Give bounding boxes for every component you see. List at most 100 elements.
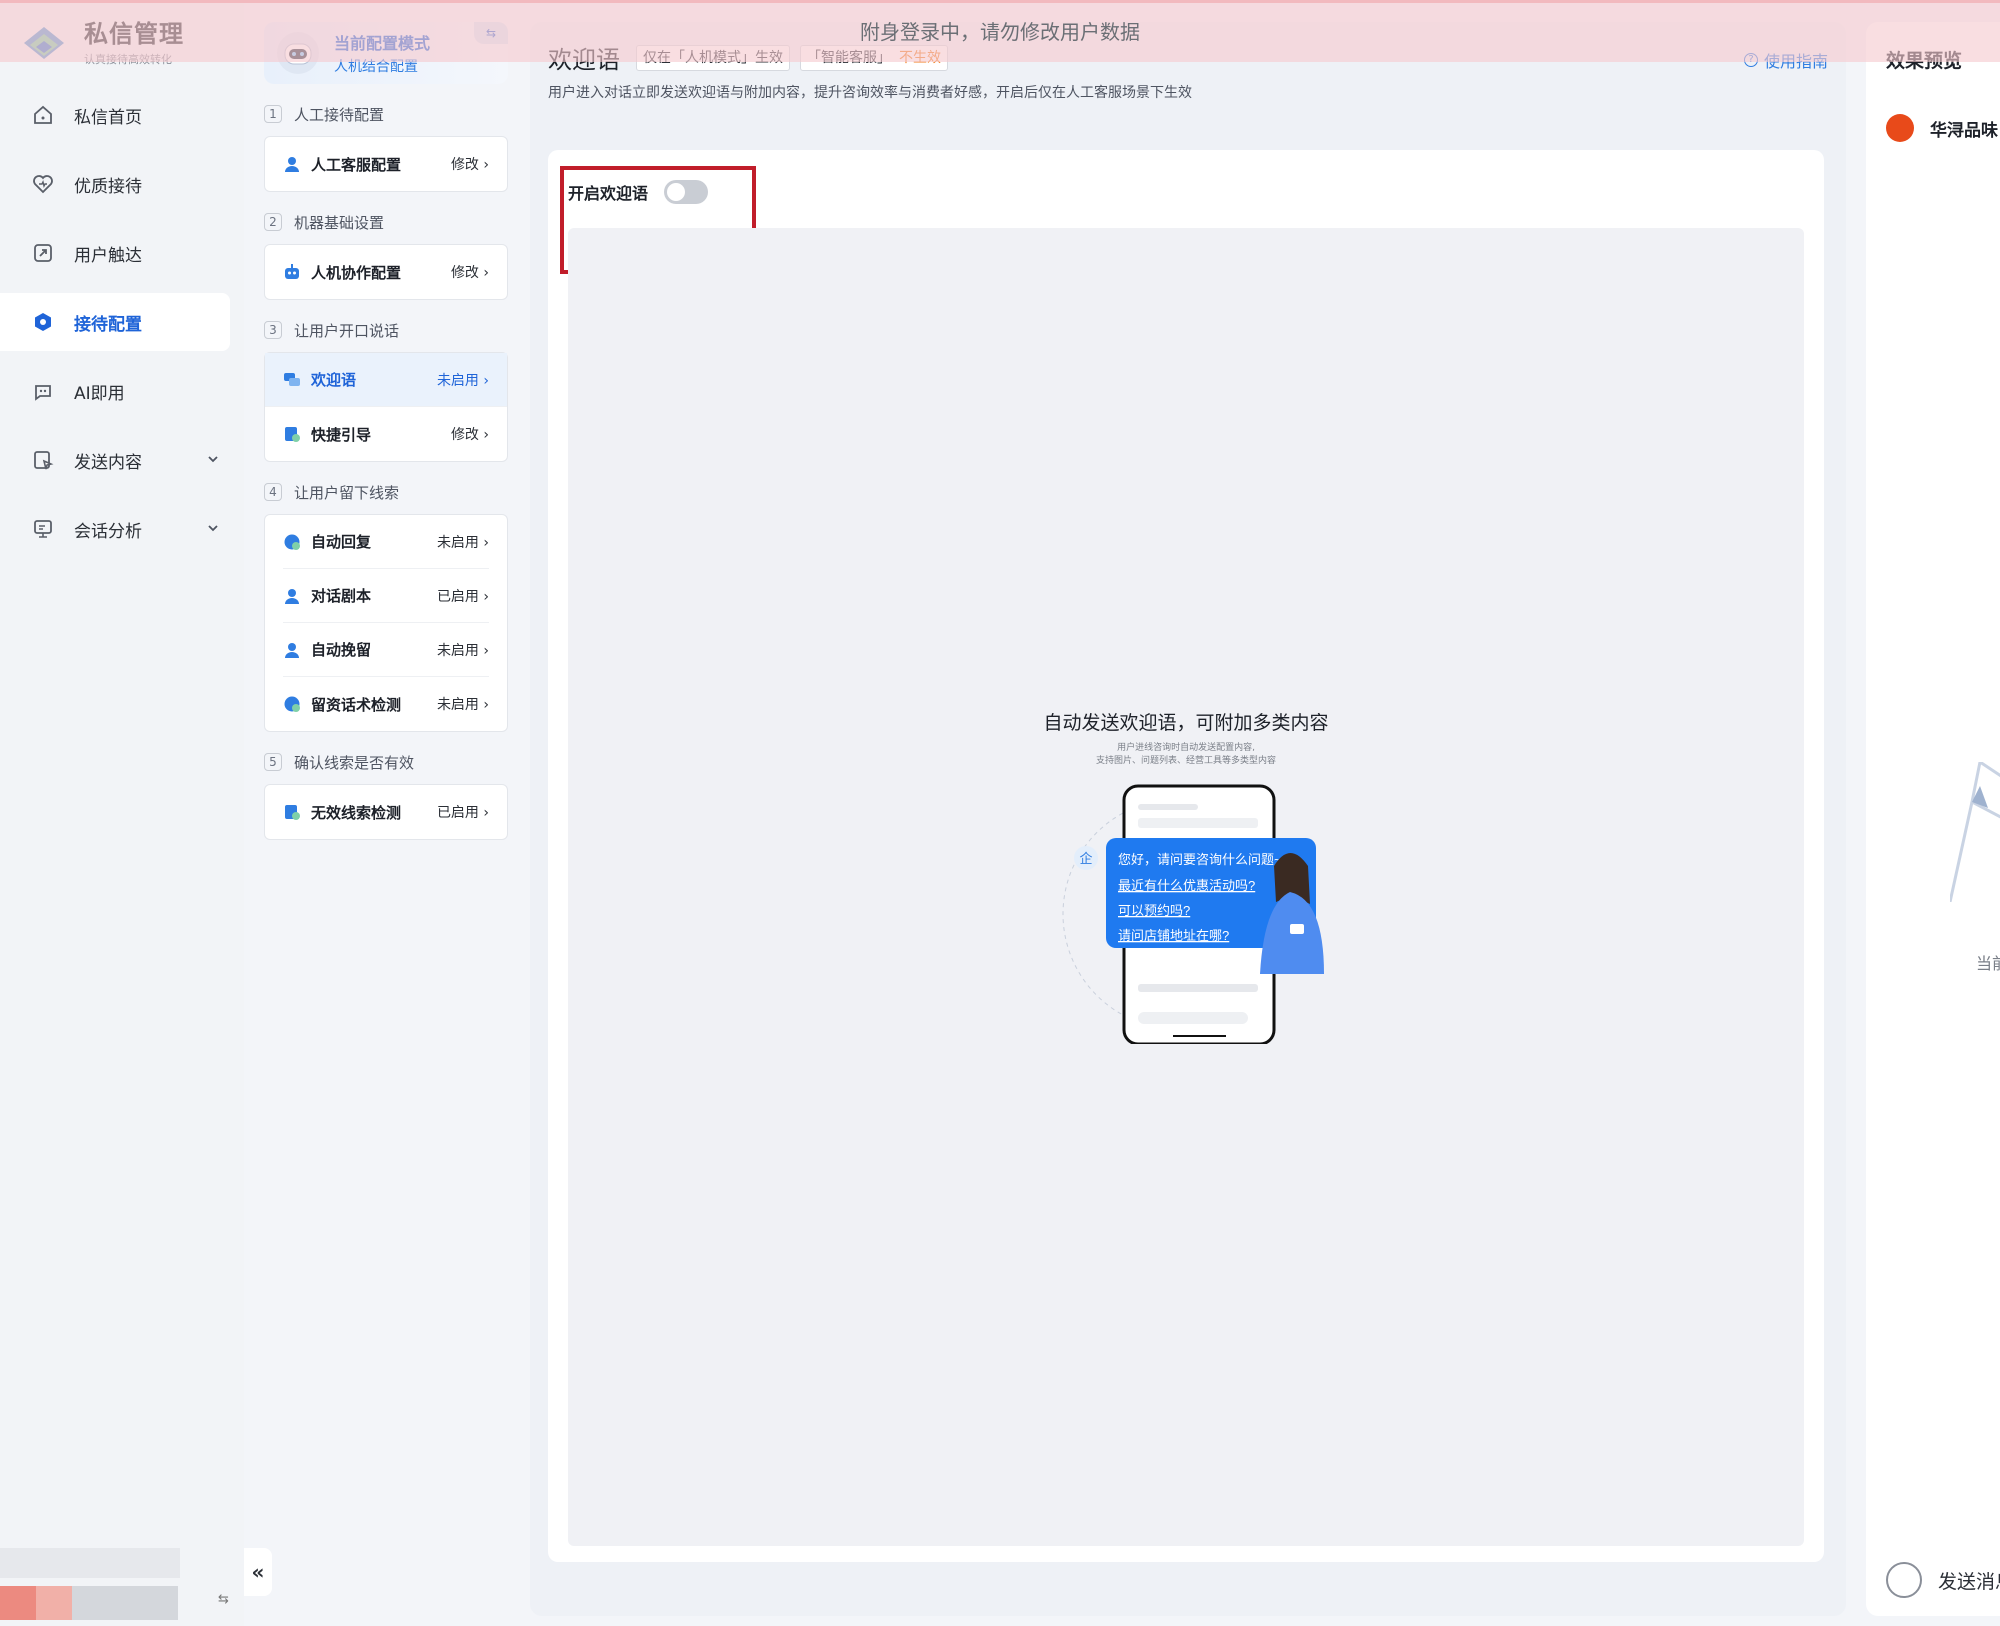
auto-reply-icon [284,534,300,550]
preview-shop: 华浔品味 [1886,114,1998,142]
help-icon: ? [1743,53,1758,67]
bubble-line: 请问店铺地址在哪? [1118,928,1229,943]
chevron-down-icon[interactable] [206,520,220,540]
item-status: 修改 › [450,427,489,443]
page-description: 用户进入对话立即发送欢迎语与附加内容，提升咨询效率与消费者好感，开启后仅在人工客… [548,85,1192,101]
item-label: 自动回复 [311,533,372,551]
section-number: 3 [264,321,282,339]
preview-panel: 效果预览 华浔品味 当前 发送消息 [1866,22,2000,1616]
item-label: 无效线索检测 [311,803,402,822]
guide-label: 使用指南 [1763,52,1828,71]
preview-title: 效果预览 [1886,50,1963,72]
config-item-welcome[interactable]: 欢迎语 未启用 › [265,353,507,407]
nav-label: AI即用 [74,383,125,404]
section-title: 机器基础设置 [294,213,385,232]
nav-label: 发送内容 [74,452,142,473]
item-label: 人工客服配置 [311,155,402,174]
item-label: 人机协作配置 [311,263,402,282]
guide-book-icon [285,427,300,442]
config-item-auto-retain[interactable]: 自动挽留 未启用 › [283,623,489,677]
empty-state-subtitle: 用户进线咨询时自动发送配置内容, 支持图片、问题列表、经营工具等多类型内容 [568,742,1804,768]
send-icon [30,240,56,266]
tag-warn: 不生效 [899,49,941,66]
item-status: 未启用 › [436,372,489,389]
section-number: 4 [264,483,282,501]
app-title: 私信管理 [84,20,184,48]
mode-value: 人机结合配置 [334,59,418,75]
nav-label: 优质接待 [74,176,142,197]
nav-item-ai[interactable]: AI即用 [0,362,244,420]
section-header: 3 让用户开口说话 [264,320,508,340]
bubble-line: 可以预约吗? [1118,903,1190,918]
nav-item-send-content[interactable]: 发送内容 [0,431,244,489]
guide-link[interactable]: ? 使用指南 [1743,48,1828,72]
nav-item-reach[interactable]: 用户触达 [0,224,244,282]
chevron-down-icon[interactable] [206,451,220,471]
item-status: 已启用 › [436,805,489,821]
welcome-toggle-row: 开启欢迎语 [560,166,756,274]
section-card: 无效线索检测 已启用 › [264,784,508,840]
item-status: 未启用 › [436,642,489,659]
nav-item-quality[interactable]: 优质接待 [0,155,244,213]
main-panel: 欢迎语 仅在「人机模式」生效 「智能客服」 不生效 用户进入对话立即发送欢迎语与附… [530,22,1846,1616]
nav-label: 用户触达 [74,245,142,266]
section-title: 让用户开口说话 [294,321,400,340]
section-card: 人机协作配置 修改 › [264,244,508,300]
account-switch-icon[interactable]: ⇆ [218,1592,229,1607]
item-status: 未启用 › [436,697,489,713]
nav-item-analysis[interactable]: 会话分析 [0,500,244,558]
welcome-content-card: 开启欢迎语 自动发送欢迎语，可附加多类内容 用户进线咨询时自动发送配置内容, 支… [548,150,1824,1562]
nav-label: 接待配置 [74,314,142,335]
heart-icon [30,171,56,197]
app-logo: 私信管理 认真接待高效转化 [20,14,184,67]
section-card: 自动回复 未启用 › 对话剧本 已启用 › 自动挽留 未启用 › 留资话术检测 … [264,514,508,732]
config-item-auto-reply[interactable]: 自动回复 未启用 › [283,515,489,569]
chat-bubbles-icon [284,372,300,386]
list-icon[interactable] [1886,1562,1922,1598]
nav-item-reception-config[interactable]: 接待配置 [0,293,230,351]
config-item-human-machine[interactable]: 人机协作配置 修改 › [283,245,489,299]
collapse-sidebar-button[interactable]: « [244,1548,272,1596]
section-header: 1 人工接待配置 [264,104,508,124]
config-item-human-service[interactable]: 人工客服配置 修改 › [283,137,489,191]
section-card: 人工客服配置 修改 › [264,136,508,192]
person-icon [285,157,299,172]
person-icon [285,642,299,658]
item-label: 自动挽留 [311,641,372,659]
swap-mode-button[interactable]: ⇆ [474,22,508,44]
nav-label: 会话分析 [74,521,142,542]
item-label: 对话剧本 [311,587,372,605]
config-mode-card: 当前配置模式 人机结合配置 ⇆ [264,22,508,84]
tag-label: 「智能客服」 [807,49,891,66]
enterprise-badge: 企 [1079,851,1092,866]
section-card: 欢迎语 未启用 › 快捷引导 修改 › [264,352,508,462]
section-header: 5 确认线索是否有效 [264,752,508,772]
shop-avatar [1886,114,1914,142]
section-title: 确认线索是否有效 [294,753,415,772]
preview-send-bar[interactable]: 发送消息 [1886,1562,2000,1598]
empty-sub-line: 用户进线咨询时自动发送配置内容, [1117,743,1255,753]
preview-illustration [1950,762,2000,902]
config-item-lead-script-check[interactable]: 留资话术检测 未启用 › [283,677,489,731]
config-column: 当前配置模式 人机结合配置 ⇆ 1 人工接待配置 人工客服配置 修改 › 2 机… [264,22,508,840]
item-status: 未启用 › [436,534,489,551]
item-status: 已启用 › [436,588,489,605]
blurred-account-info [0,1548,180,1620]
section-number: 1 [264,105,282,123]
config-item-quick-guide[interactable]: 快捷引导 修改 › [283,407,489,461]
robot-icon [285,264,299,279]
app-subtitle: 认真接待高效转化 [84,53,172,66]
shop-name: 华浔品味 [1930,120,1998,141]
robot-avatar-icon [277,32,319,74]
analysis-icon [30,516,56,542]
welcome-toggle-switch[interactable] [664,180,709,204]
item-label: 快捷引导 [311,425,372,444]
nav-item-home[interactable]: 私信首页 [0,86,244,144]
guide-book-icon [285,805,300,820]
config-item-invalid-lead[interactable]: 无效线索检测 已启用 › [283,785,489,839]
section-number: 2 [264,213,282,231]
mode-tag: 仅在「人机模式」生效 [636,44,790,71]
item-status: 修改 › [450,157,489,173]
section-header: 2 机器基础设置 [264,212,508,232]
config-item-dialogue-script[interactable]: 对话剧本 已启用 › [283,569,489,623]
